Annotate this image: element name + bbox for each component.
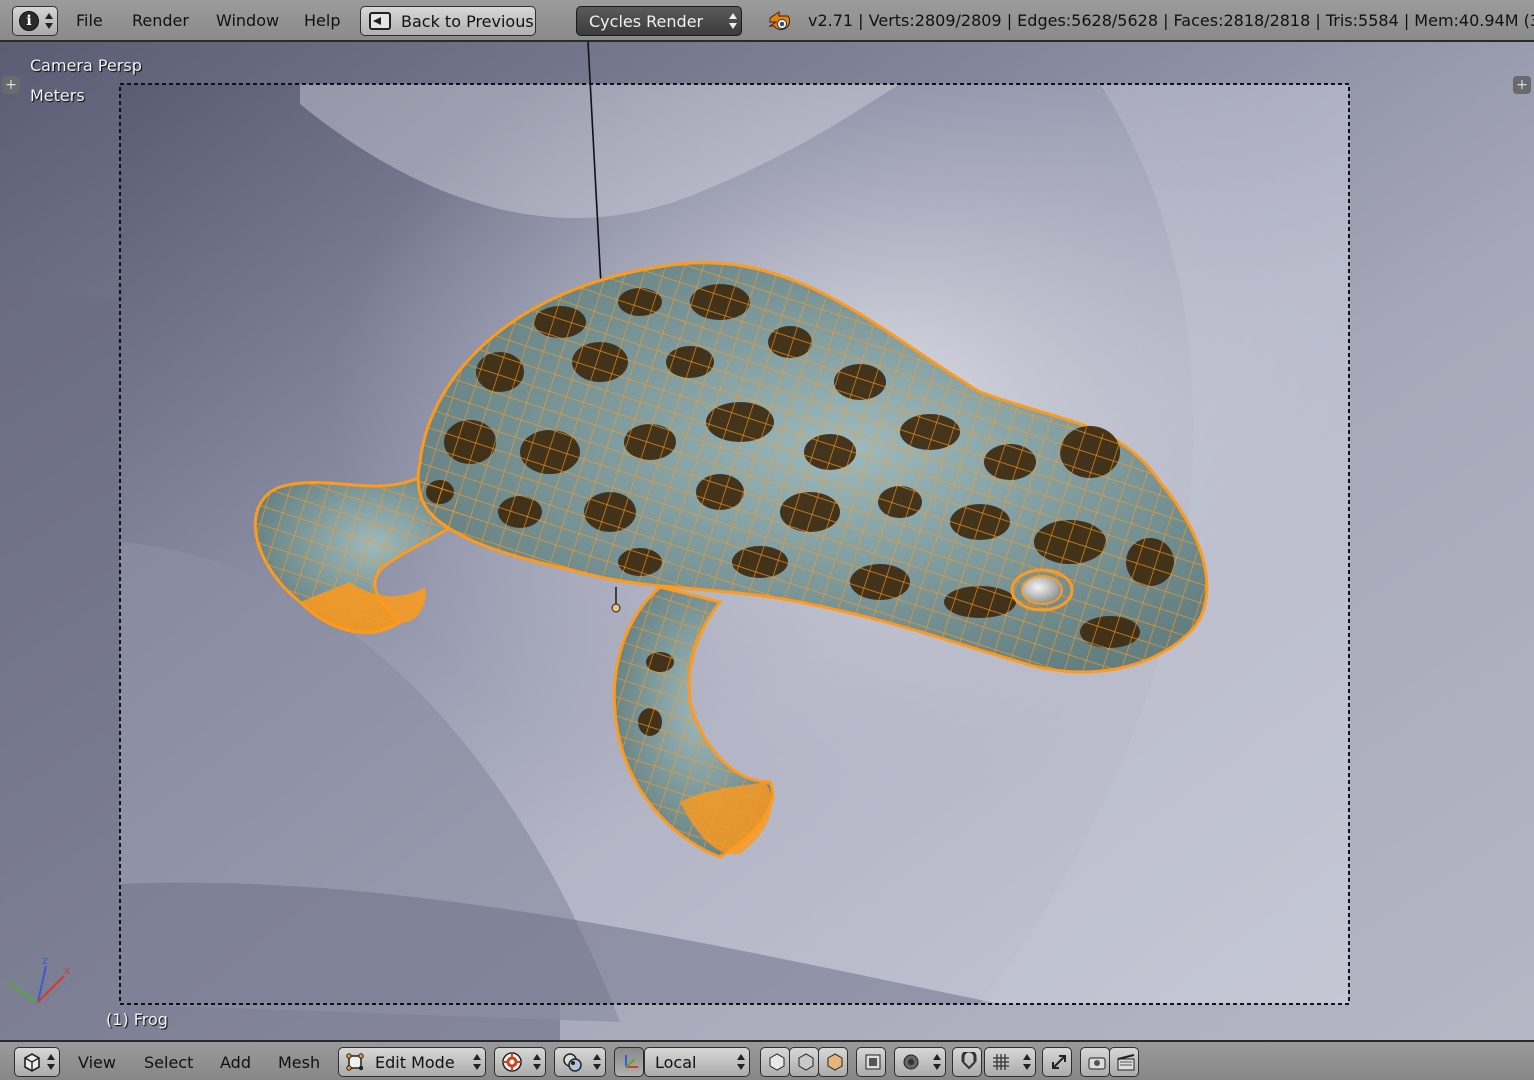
menu-help[interactable]: Help — [304, 6, 340, 36]
3d-viewport[interactable]: y z x Camera Persp Meters (1) Frog + + — [0, 42, 1534, 1040]
info-icon: i — [19, 11, 39, 31]
svg-text:x: x — [64, 964, 71, 977]
edge-select-button[interactable] — [789, 1047, 819, 1077]
view-name-label: Camera Persp — [30, 56, 142, 75]
dropdown-arrows-icon — [533, 1053, 541, 1071]
dropdown-arrows-icon — [729, 12, 737, 30]
proportional-edit-icon — [903, 1054, 919, 1070]
pivot-point-select[interactable] — [554, 1047, 606, 1077]
menu-select[interactable]: Select — [144, 1050, 193, 1076]
manipulator-icon — [625, 1055, 638, 1068]
opengl-render-animation-button[interactable] — [1109, 1047, 1139, 1077]
back-to-previous-label: Back to Previous — [401, 11, 534, 31]
menu-view[interactable]: View — [78, 1050, 116, 1076]
uv-sync-button[interactable] — [1042, 1047, 1072, 1077]
dropdown-arrows-icon — [737, 1053, 745, 1071]
object-name-label: (1) Frog — [106, 1010, 168, 1029]
back-to-previous-button[interactable]: Back to Previous — [360, 6, 536, 36]
snap-increment-icon — [993, 1054, 1009, 1070]
mode-select[interactable]: Edit Mode — [338, 1047, 486, 1077]
svg-text:z: z — [42, 954, 48, 967]
limit-selection-icon — [865, 1054, 881, 1070]
clapperboard-icon — [1117, 1054, 1135, 1071]
mode-label: Edit Mode — [375, 1052, 455, 1072]
snap-element-select[interactable] — [984, 1047, 1036, 1077]
bottom-header: View Select Add Mesh Edit Mode Local — [0, 1040, 1534, 1080]
manipulator-toggle[interactable] — [614, 1047, 644, 1077]
dropdown-arrows-icon — [47, 1053, 55, 1071]
dropdown-arrows-icon — [933, 1053, 941, 1071]
dropdown-arrows-icon — [45, 12, 53, 30]
render-engine-select[interactable]: Cycles Render — [576, 6, 742, 36]
render-engine-label: Cycles Render — [589, 11, 704, 31]
opengl-render-image-button[interactable] — [1080, 1047, 1110, 1077]
resize-arrows-icon — [1052, 1055, 1066, 1069]
scene-stats: v2.71 | Verts:2809/2809 | Edges:5628/562… — [808, 11, 1534, 30]
svg-text:y: y — [8, 976, 15, 989]
menu-add[interactable]: Add — [220, 1050, 251, 1076]
magnet-icon — [961, 1052, 977, 1070]
3d-view-editor-selector[interactable] — [14, 1047, 60, 1077]
menu-mesh[interactable]: Mesh — [278, 1050, 320, 1076]
top-header: i File Render Window Help Back to Previo… — [0, 0, 1534, 42]
dropdown-arrows-icon — [593, 1053, 601, 1071]
limit-selection-button[interactable] — [856, 1047, 886, 1077]
render-shading-icon — [502, 1052, 522, 1072]
vertex-select-icon — [769, 1053, 785, 1071]
pivot-point-icon — [563, 1053, 582, 1072]
dropdown-arrows-icon — [1023, 1053, 1031, 1071]
edit-mode-icon — [346, 1053, 364, 1071]
units-label: Meters — [30, 86, 85, 105]
menu-window[interactable]: Window — [216, 6, 279, 36]
dropdown-arrows-icon — [473, 1053, 481, 1071]
snap-toggle[interactable] — [952, 1047, 982, 1077]
menu-file[interactable]: File — [76, 6, 103, 36]
face-select-icon — [827, 1053, 843, 1071]
edge-select-icon — [798, 1053, 814, 1071]
3d-view-icon — [24, 1053, 40, 1072]
menu-render[interactable]: Render — [132, 6, 189, 36]
editor-type-selector[interactable]: i — [12, 6, 58, 36]
viewport-scene: y z x — [0, 42, 1534, 1040]
viewport-shading-select[interactable] — [494, 1047, 546, 1077]
transform-orientation-select[interactable]: Local — [644, 1047, 750, 1077]
face-select-button[interactable] — [818, 1047, 848, 1077]
blender-logo-icon — [768, 11, 791, 31]
vertex-select-button[interactable] — [760, 1047, 790, 1077]
transform-orientation-label: Local — [655, 1052, 697, 1072]
camera-render-icon — [1088, 1057, 1106, 1070]
toolshelf-toggle-icon[interactable]: + — [2, 76, 20, 94]
proportional-edit-select[interactable] — [894, 1047, 946, 1077]
back-arrow-icon — [369, 12, 391, 30]
properties-toggle-icon[interactable]: + — [1513, 76, 1531, 94]
